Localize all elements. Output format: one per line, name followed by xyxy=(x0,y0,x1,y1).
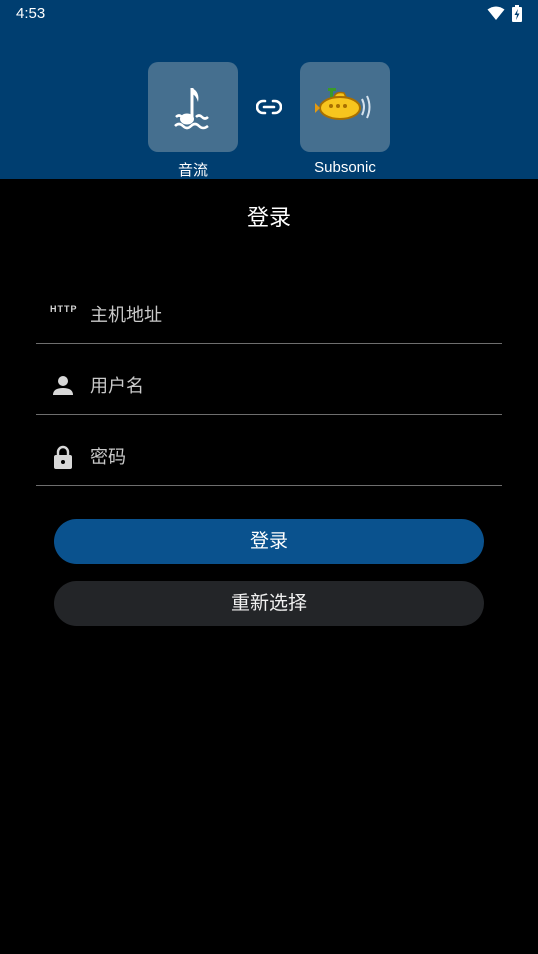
person-icon xyxy=(53,376,73,395)
login-button[interactable]: 登录 xyxy=(54,519,484,564)
header: 4:53 音流 Subsonic xyxy=(0,0,538,179)
app-tile-subsonic xyxy=(300,62,390,152)
battery-charging-icon xyxy=(512,5,522,22)
password-input[interactable] xyxy=(90,440,490,474)
username-input[interactable] xyxy=(90,369,490,403)
password-field[interactable] xyxy=(36,428,502,486)
username-field[interactable] xyxy=(36,357,502,415)
page-title: 登录 xyxy=(246,206,291,231)
app-label-subsonic: Subsonic xyxy=(314,159,376,176)
app-label-yinliu: 音流 xyxy=(177,162,208,179)
http-icon: HTTP xyxy=(50,304,78,314)
host-input[interactable] xyxy=(90,298,490,332)
link-icon xyxy=(256,99,282,115)
app-tile-yinliu xyxy=(148,62,238,152)
host-field[interactable]: HTTP xyxy=(36,286,502,344)
wifi-icon xyxy=(487,6,505,20)
yellow-submarine-icon xyxy=(315,88,371,120)
status-bar: 4:53 xyxy=(0,0,538,28)
reselect-button[interactable]: 重新选择 xyxy=(54,581,484,626)
music-note-wave-icon xyxy=(174,88,209,130)
status-time: 4:53 xyxy=(16,5,46,22)
lock-icon xyxy=(54,445,72,469)
